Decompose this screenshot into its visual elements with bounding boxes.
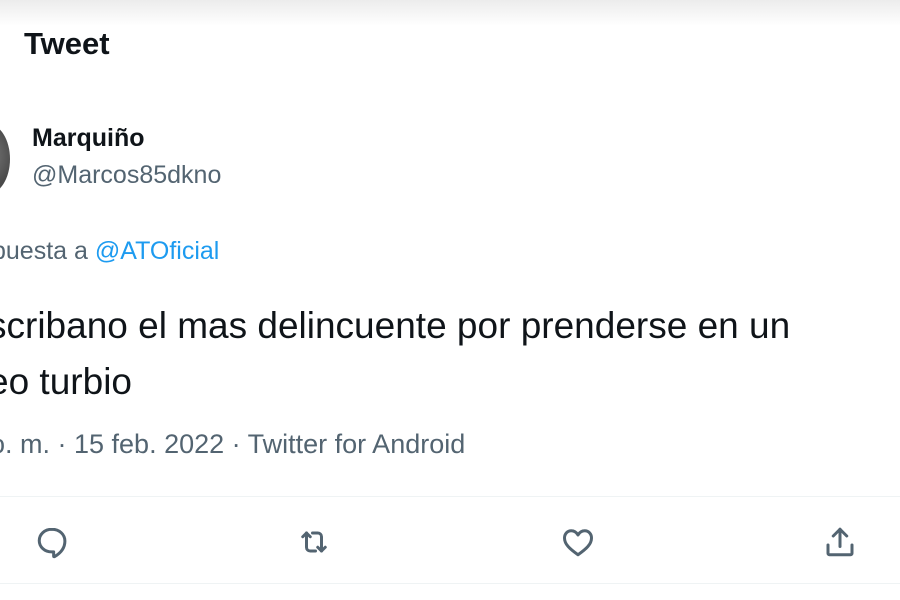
page-title: Tweet bbox=[24, 26, 110, 61]
retweet-button[interactable] bbox=[294, 522, 334, 562]
retweet-icon bbox=[301, 531, 327, 553]
tweet-text: scribano el mas delincuente por prenders… bbox=[0, 298, 900, 410]
tweet-text-line: scribano el mas delincuente por prenders… bbox=[0, 305, 791, 346]
author-display-name[interactable]: Marquiño bbox=[32, 124, 145, 153]
divider bbox=[0, 496, 900, 497]
share-icon bbox=[826, 527, 854, 557]
reply-context: puesta a @ATOficial bbox=[0, 237, 219, 266]
reply-icon bbox=[37, 527, 67, 559]
reply-mention-link[interactable]: @ATOficial bbox=[95, 237, 219, 265]
author-username[interactable]: @Marcos85dkno bbox=[32, 161, 221, 190]
top-shadow bbox=[0, 0, 900, 26]
like-button[interactable] bbox=[558, 522, 598, 562]
share-button[interactable] bbox=[820, 522, 860, 562]
reply-prefix: puesta a bbox=[0, 237, 88, 265]
tweet-meta: o. m. · 15 feb. 2022 · Twitter for Andro… bbox=[0, 429, 466, 459]
divider bbox=[0, 583, 900, 584]
like-icon bbox=[563, 529, 593, 557]
tweet-text-line: eo turbio bbox=[0, 361, 132, 402]
reply-button[interactable] bbox=[32, 522, 72, 562]
avatar[interactable] bbox=[0, 124, 10, 194]
